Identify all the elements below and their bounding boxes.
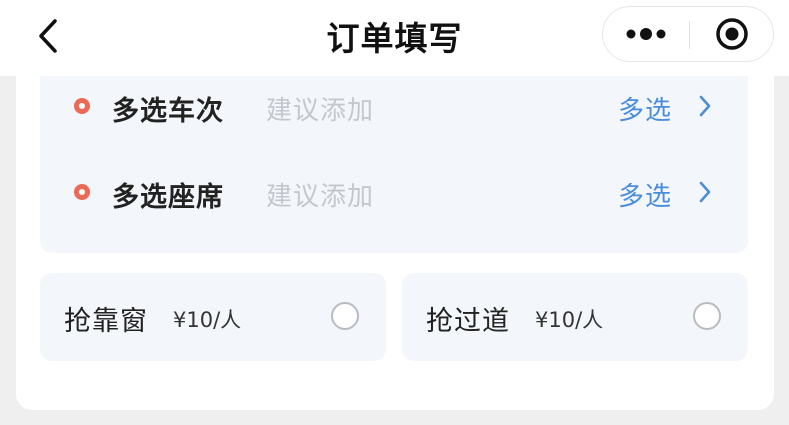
window-seat-radio[interactable] <box>331 302 359 330</box>
more-button[interactable] <box>603 7 689 61</box>
row-label: 多选车次 <box>112 96 224 127</box>
top-navbar: 订单填写 <box>0 0 789 76</box>
multi-select-train-row[interactable]: 多选车次 建议添加 多选 <box>40 76 748 136</box>
option-label: 抢过道 <box>426 306 510 337</box>
window-seat-option[interactable]: 抢靠窗 ¥10/人 <box>40 273 386 361</box>
aisle-seat-radio[interactable] <box>693 302 721 330</box>
option-label: 抢靠窗 <box>64 306 148 337</box>
mini-program-capsule <box>602 6 774 62</box>
row-label: 多选座席 <box>112 182 224 213</box>
chevron-right-icon <box>699 95 711 117</box>
order-card: 多选车次 建议添加 多选 多选座席 建议添加 多选 抢靠窗 ¥10/人 抢过道 … <box>16 76 774 410</box>
target-close-icon <box>716 18 748 50</box>
option-price: ¥10/人 <box>173 308 242 332</box>
row-hint: 建议添加 <box>266 96 375 126</box>
multi-select-seat-link[interactable]: 多选 <box>618 176 672 213</box>
required-dot-icon <box>74 98 90 114</box>
multi-select-seat-row[interactable]: 多选座席 建议添加 多选 <box>40 162 748 222</box>
aisle-seat-option[interactable]: 抢过道 ¥10/人 <box>402 273 748 361</box>
option-price: ¥10/人 <box>535 308 604 332</box>
chevron-right-icon <box>699 181 711 203</box>
close-button[interactable] <box>690 7 774 61</box>
multi-select-panel: 多选车次 建议添加 多选 多选座席 建议添加 多选 <box>40 76 748 253</box>
multi-select-train-link[interactable]: 多选 <box>618 90 672 127</box>
required-dot-icon <box>74 184 90 200</box>
more-dots-icon <box>626 28 666 40</box>
row-hint: 建议添加 <box>266 182 375 212</box>
